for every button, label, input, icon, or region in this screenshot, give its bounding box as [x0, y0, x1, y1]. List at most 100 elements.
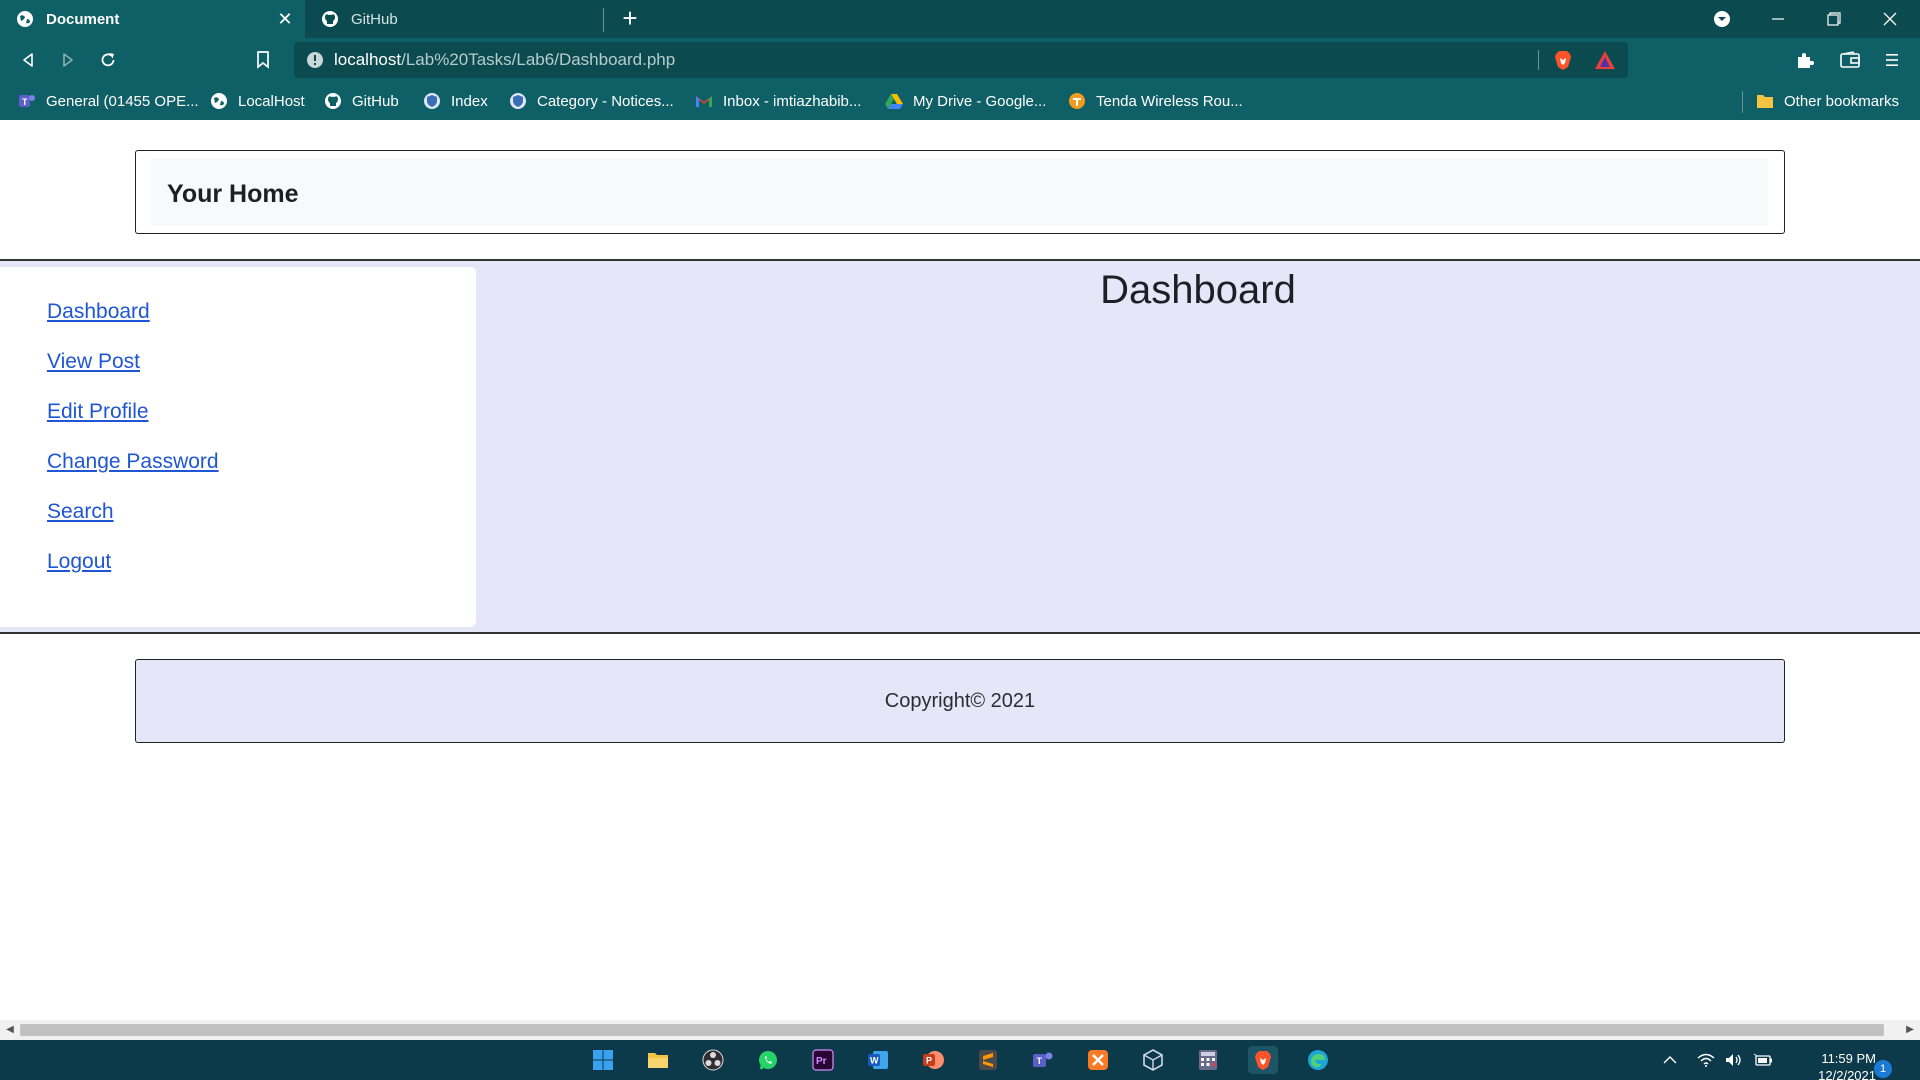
bookmark-item[interactable]: LocalHost	[210, 82, 305, 120]
back-button[interactable]	[14, 46, 42, 74]
sidebar: Dashboard View Post Edit Profile Change …	[0, 267, 476, 627]
forward-icon	[63, 53, 73, 67]
bookmark-item[interactable]: GitHub	[324, 82, 399, 120]
show-hidden-icons-button[interactable]	[1656, 1040, 1684, 1080]
tab-github[interactable]: GitHub	[305, 0, 603, 38]
wifi-icon[interactable]	[1694, 1040, 1718, 1080]
close-icon	[1883, 12, 1897, 26]
virtualbox-icon[interactable]	[1138, 1046, 1168, 1074]
browser-toolbar: localhost/Lab%20Tasks/Lab6/Dashboard.php	[0, 38, 1920, 82]
page-footer: Copyright© 2021	[135, 659, 1785, 743]
globe-icon	[16, 10, 34, 28]
bookmark-label: Tenda Wireless Rou...	[1096, 92, 1243, 110]
bookmark-label: Inbox - imtiazhabib...	[723, 92, 862, 110]
svg-text:T: T	[22, 97, 28, 107]
volume-icon[interactable]	[1722, 1040, 1746, 1080]
back-icon	[23, 53, 33, 67]
forward-button[interactable]	[54, 46, 82, 74]
sidebar-link-change-password[interactable]: Change Password	[47, 450, 219, 474]
shield-icon	[509, 92, 527, 110]
obs-icon[interactable]	[698, 1046, 728, 1074]
globe-icon	[210, 92, 228, 110]
bookmark-label: Index	[451, 92, 488, 110]
bookmark-item[interactable]: T General (01455 OPE...	[18, 82, 199, 120]
bookmark-item[interactable]: Index	[423, 82, 488, 120]
page-title: Your Home	[167, 180, 299, 208]
other-bookmarks-label: Other bookmarks	[1784, 92, 1900, 110]
puzzle-icon	[1798, 53, 1814, 68]
chevron-down-icon	[1714, 11, 1730, 27]
bookmark-item[interactable]: Inbox - imtiazhabib...	[695, 82, 861, 120]
bookmark-label: My Drive - Google...	[913, 92, 1047, 110]
restore-button[interactable]	[1806, 0, 1862, 38]
clock-date: 12/2/2021	[1818, 1068, 1876, 1080]
whatsapp-icon[interactable]	[753, 1046, 783, 1074]
new-tab-button[interactable]: +	[616, 4, 644, 32]
sidebar-link-view-post[interactable]: View Post	[47, 350, 140, 374]
edge-icon[interactable]	[1303, 1046, 1333, 1074]
info-icon[interactable]	[306, 51, 324, 69]
bookmark-button[interactable]	[249, 46, 277, 74]
notification-badge[interactable]: 1	[1874, 1060, 1892, 1078]
scroll-right-icon[interactable]: ▶	[1904, 1024, 1916, 1036]
bookmarks-bar: T General (01455 OPE... LocalHost GitHub…	[0, 82, 1920, 120]
windows-start-icon[interactable]	[588, 1046, 618, 1074]
bookmarks-divider	[1742, 91, 1743, 113]
taskbar: Pr W P T 11:59 PM 12/2/2021 1	[0, 1040, 1920, 1080]
github-icon	[324, 92, 342, 110]
tab-search-button[interactable]	[1694, 0, 1750, 38]
tab-title: Document	[46, 10, 120, 28]
gmail-icon	[695, 92, 713, 110]
system-clock[interactable]: 11:59 PM 12/2/2021	[1786, 1050, 1876, 1080]
svg-text:Pr: Pr	[816, 1056, 827, 1067]
close-window-button[interactable]	[1862, 0, 1918, 38]
svg-text:W: W	[870, 1056, 879, 1066]
powerpoint-icon[interactable]: P	[918, 1046, 948, 1074]
horizontal-scrollbar[interactable]: ◀ ▶	[0, 1020, 1920, 1040]
bookmark-label: Category - Notices...	[537, 92, 674, 110]
menu-button[interactable]	[1878, 46, 1906, 74]
sidebar-link-dashboard[interactable]: Dashboard	[47, 300, 150, 324]
teams-icon[interactable]: T	[1028, 1046, 1058, 1074]
xampp-icon[interactable]	[1083, 1046, 1113, 1074]
address-bar[interactable]: localhost/Lab%20Tasks/Lab6/Dashboard.php	[294, 42, 1628, 78]
scroll-left-icon[interactable]: ◀	[4, 1024, 16, 1036]
hamburger-menu-icon	[1886, 54, 1898, 66]
minimize-icon	[1772, 18, 1784, 20]
bookmark-item[interactable]: Category - Notices...	[509, 82, 674, 120]
tab-title: GitHub	[351, 10, 398, 28]
wallet-icon	[1840, 51, 1860, 68]
url-path: /Lab%20Tasks/Lab6/Dashboard.php	[401, 50, 676, 69]
scrollbar-thumb[interactable]	[20, 1024, 1884, 1036]
minimize-button[interactable]	[1750, 0, 1806, 38]
bookmark-item[interactable]: My Drive - Google...	[885, 82, 1046, 120]
sidebar-link-search[interactable]: Search	[47, 500, 114, 524]
bookmark-item[interactable]: Tenda Wireless Rou...	[1068, 82, 1243, 120]
brave-rewards-icon[interactable]	[1594, 50, 1616, 70]
battery-icon[interactable]	[1750, 1040, 1776, 1080]
extensions-button[interactable]	[1791, 46, 1819, 74]
sublime-icon[interactable]	[973, 1046, 1003, 1074]
omnibox-divider	[1538, 50, 1539, 70]
brave-shields-icon[interactable]	[1552, 49, 1574, 71]
wallet-button[interactable]	[1836, 46, 1864, 74]
brave-icon[interactable]	[1248, 1046, 1278, 1074]
other-bookmarks[interactable]: Other bookmarks	[1756, 82, 1899, 120]
tenda-icon	[1068, 92, 1086, 110]
header-inner: Your Home	[151, 158, 1768, 226]
svg-text:P: P	[926, 1056, 932, 1066]
page-header: Your Home	[135, 150, 1785, 234]
file-explorer-icon[interactable]	[643, 1046, 673, 1074]
github-icon	[321, 10, 339, 28]
close-icon[interactable]: ✕	[275, 9, 295, 29]
calculator-icon[interactable]	[1193, 1046, 1223, 1074]
tab-document[interactable]: Document ✕	[0, 0, 305, 38]
reload-button[interactable]	[94, 46, 122, 74]
premiere-icon[interactable]: Pr	[808, 1046, 838, 1074]
clock-time: 11:59 PM	[1821, 1051, 1876, 1066]
sidebar-link-edit-profile[interactable]: Edit Profile	[47, 400, 149, 424]
content-title: Dashboard	[1100, 268, 1296, 312]
sidebar-link-logout[interactable]: Logout	[47, 550, 111, 574]
word-icon[interactable]: W	[863, 1046, 893, 1074]
bookmark-icon	[257, 51, 269, 69]
